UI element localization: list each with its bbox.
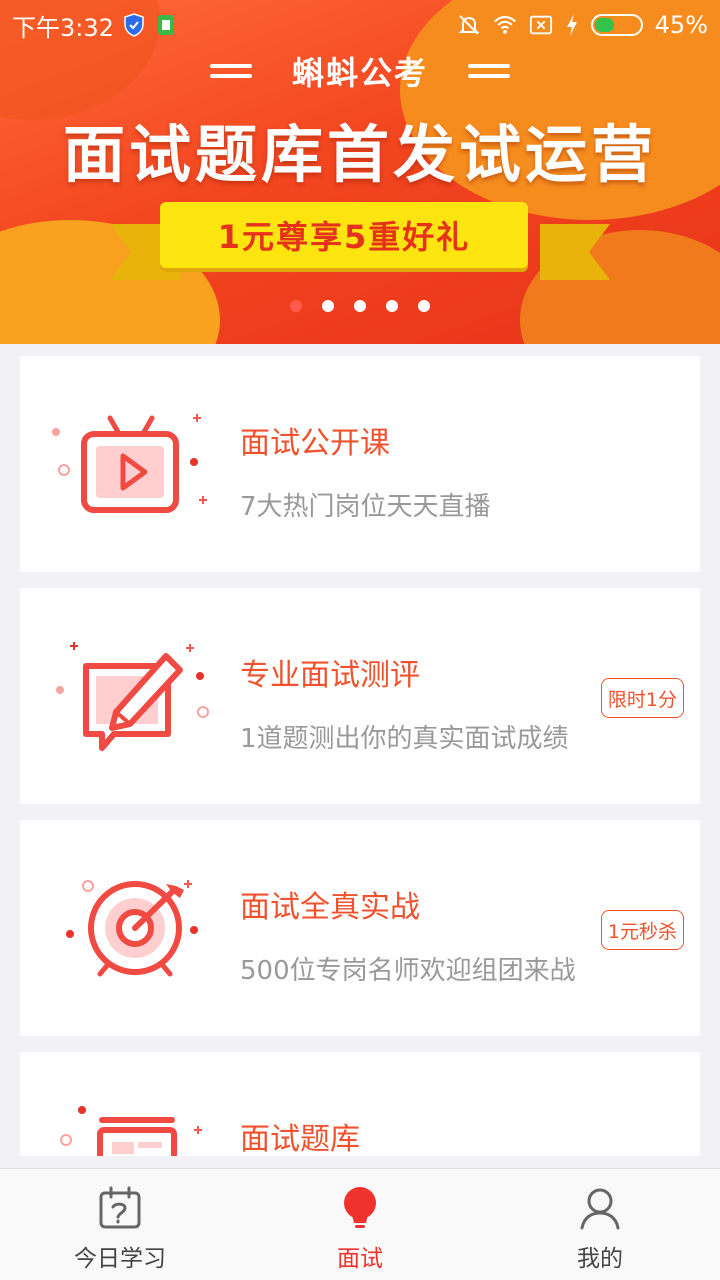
promo-banner[interactable]: 下午3:32 45% 蝌蚪公考 面试题库首发试运营 1元尊享5重好礼: [0, 0, 720, 344]
feature-list[interactable]: 面试公开课 7大热门岗位天天直播 专业面试测评 1道题测出你的真实面试成绩 限时…: [20, 356, 700, 1156]
shield-icon: [122, 13, 146, 37]
card-practice[interactable]: 面试全真实战 500位专岗名师欢迎组团来战 1元秒杀: [20, 820, 700, 1036]
card-title: 面试全真实战: [240, 890, 420, 925]
bottom-tab-bar: 今日学习 面试 我的: [0, 1168, 720, 1280]
banner-ribbon: 1元尊享5重好礼: [110, 202, 610, 282]
flash-sale-badge: 1元秒杀: [600, 910, 684, 950]
carousel-dot[interactable]: [418, 300, 430, 312]
question-bank-icon: [50, 1100, 220, 1156]
battery-icon: [590, 14, 643, 36]
card-title: 专业面试测评: [240, 658, 420, 693]
pencil-board-icon: [50, 636, 220, 756]
tab-me[interactable]: 我的: [480, 1169, 720, 1280]
carousel-dot[interactable]: [290, 300, 302, 312]
card-title: 面试题库: [240, 1122, 360, 1156]
user-icon: [577, 1185, 623, 1231]
card-open-class[interactable]: 面试公开课 7大热门岗位天天直播: [20, 356, 700, 572]
bulb-icon: [337, 1185, 383, 1231]
card-title: 面试公开课: [240, 426, 390, 461]
tv-play-icon: [50, 404, 220, 524]
tab-study[interactable]: 今日学习: [0, 1169, 240, 1280]
tab-interview[interactable]: 面试: [240, 1169, 480, 1280]
card-subtitle: 7大热门岗位天天直播: [240, 492, 491, 522]
tab-label: 今日学习: [74, 1246, 166, 1272]
tab-label: 面试: [337, 1246, 383, 1272]
battery-saver-icon: [154, 13, 178, 37]
wifi-icon: [493, 13, 517, 37]
limited-time-badge: 限时1分: [600, 678, 684, 718]
card-evaluation[interactable]: 专业面试测评 1道题测出你的真实面试成绩 限时1分: [20, 588, 700, 804]
carousel-dot[interactable]: [322, 300, 334, 312]
banner-brand: 蝌蚪公考: [0, 48, 720, 94]
banner-title: 面试题库首发试运营: [62, 118, 657, 191]
charging-icon: [565, 13, 579, 37]
card-subtitle: 500位专岗名师欢迎组团来战: [240, 956, 576, 986]
banner-brand-text: 蝌蚪公考: [291, 54, 428, 92]
status-bar: 下午3:32 45%: [0, 0, 720, 50]
banner-ribbon-text: 1元尊享5重好礼: [160, 202, 528, 268]
target-arrow-icon: [50, 868, 220, 988]
card-question-bank[interactable]: 面试题库: [20, 1052, 700, 1156]
tab-label: 我的: [577, 1246, 623, 1272]
no-sim-icon: [529, 13, 553, 37]
calendar-icon: [97, 1185, 143, 1231]
status-time: 下午3:32: [12, 13, 114, 42]
carousel-dot[interactable]: [386, 300, 398, 312]
battery-percent: 45%: [654, 11, 708, 39]
mute-bell-icon: [457, 13, 481, 37]
carousel-indicator[interactable]: [0, 300, 720, 312]
carousel-dot[interactable]: [354, 300, 366, 312]
card-subtitle: 1道题测出你的真实面试成绩: [240, 724, 569, 754]
